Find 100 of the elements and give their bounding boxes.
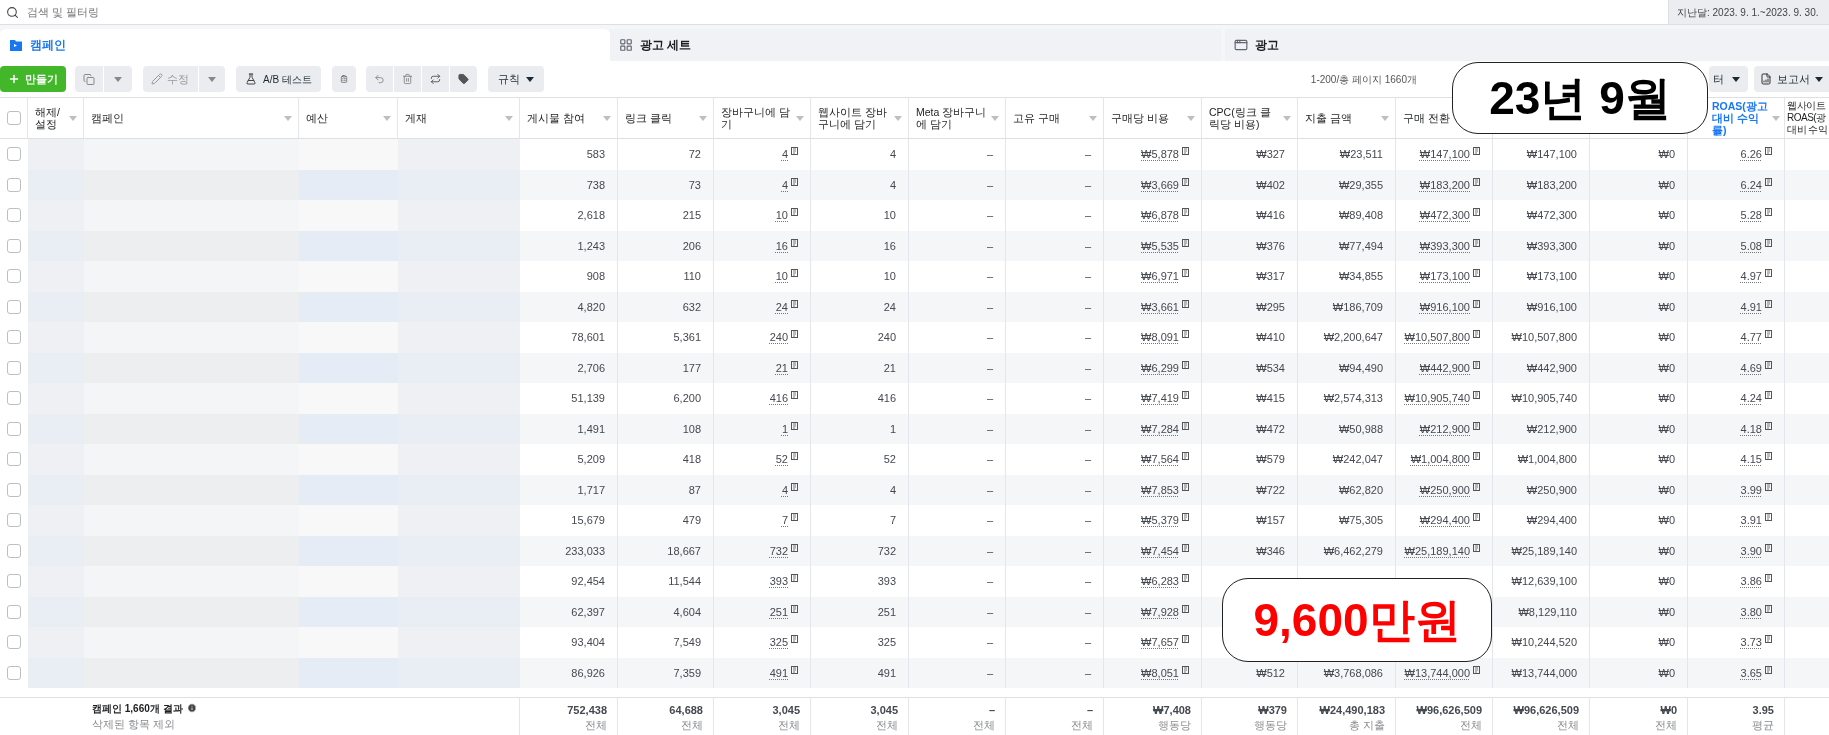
checkbox[interactable] [7,635,21,650]
clipboard-button[interactable] [331,66,356,92]
undo-button[interactable] [365,66,393,92]
checkbox[interactable] [7,269,21,284]
table-cell[interactable]: 4 [781,176,788,193]
table-cell[interactable]: ₩3,661 [1141,298,1179,315]
table-cell[interactable]: ₩10,905,740 [1404,390,1470,407]
column-header[interactable]: ROAS(광고 대비 수익률) [1712,100,1770,136]
table-cell[interactable]: 3.73 [1740,634,1762,651]
table-cell[interactable]: ₩7,454 [1141,542,1179,559]
table-cell[interactable]: ₩6,878 [1141,207,1179,224]
table-cell[interactable]: ₩7,928 [1141,603,1179,620]
column-header[interactable]: 캠페인 [91,112,124,124]
table-cell[interactable]: ₩7,284 [1141,420,1179,437]
checkbox[interactable] [7,177,21,192]
table-cell[interactable]: ₩5,379 [1141,512,1179,529]
table-cell[interactable]: 1 [781,420,788,437]
duplicate-button[interactable] [75,66,103,92]
table-cell[interactable]: 10 [775,207,788,224]
column-header[interactable]: 링크 클릭 [625,112,672,124]
table-cell[interactable]: ₩7,564 [1141,451,1179,468]
table-cell[interactable]: ₩472,300 [1419,207,1470,224]
column-header[interactable]: CPC(링크 클릭당 비용) [1209,106,1281,130]
checkbox[interactable] [7,543,21,558]
table-cell[interactable]: 240 [769,329,788,346]
table-cell[interactable]: ₩212,900 [1419,420,1470,437]
column-header[interactable]: 게시물 참여 [527,112,585,124]
tag-button[interactable] [449,66,477,92]
date-range-dropdown[interactable]: 지난달: 2023. 9. 1.~2023. 9. 30. [1669,0,1829,24]
table-cell[interactable]: 21 [775,359,788,376]
checkbox[interactable] [7,360,21,375]
table-cell[interactable]: 6.26 [1740,146,1762,163]
column-header[interactable]: 예산 [306,112,328,124]
checkbox[interactable] [7,665,21,680]
column-header[interactable]: 구매당 비용 [1111,112,1169,124]
table-cell[interactable]: 3.86 [1740,573,1762,590]
table-cell[interactable]: ₩147,100 [1419,146,1470,163]
checkbox[interactable] [7,391,21,406]
table-cell[interactable]: 6.24 [1740,176,1762,193]
table-cell[interactable]: ₩7,657 [1141,634,1179,651]
table-cell[interactable]: 732 [769,542,788,559]
report-button[interactable]: 보고서 [1754,66,1829,92]
table-cell[interactable]: 3.80 [1740,603,1762,620]
preview-button[interactable] [421,66,449,92]
table-cell[interactable]: 24 [775,298,788,315]
column-header[interactable]: 게재 [405,112,427,124]
table-cell[interactable]: 393 [769,573,788,590]
table-cell[interactable]: 3.99 [1740,481,1762,498]
checkbox[interactable] [7,238,21,253]
table-cell[interactable]: 4 [781,146,788,163]
checkbox[interactable] [7,574,21,589]
tab[interactable]: 캠페인 [0,29,610,61]
table-cell[interactable]: 4.77 [1740,329,1762,346]
table-cell[interactable]: 416 [769,390,788,407]
table-cell[interactable]: ₩183,200 [1419,176,1470,193]
table-cell[interactable]: 4.69 [1740,359,1762,376]
table-cell[interactable]: 491 [769,664,788,681]
ab-test-button[interactable]: A/B 테스트 [236,66,321,92]
table-cell[interactable]: 3.65 [1740,664,1762,681]
table-cell[interactable]: ₩8,051 [1141,664,1179,681]
table-cell[interactable]: 10 [775,268,788,285]
table-cell[interactable]: ₩916,100 [1419,298,1470,315]
table-cell[interactable]: ₩393,300 [1419,237,1470,254]
column-header[interactable]: 웹사이트 장바구니에 담기 [818,106,892,130]
table-cell[interactable]: ₩6,283 [1141,573,1179,590]
checkbox[interactable] [7,330,21,345]
column-header[interactable]: 웹사이트 ROAS(광 대비 수익 [1787,100,1829,136]
table-cell[interactable]: 3.91 [1740,512,1762,529]
table-cell[interactable]: ₩5,878 [1141,146,1179,163]
checkbox[interactable] [7,452,21,467]
table-cell[interactable]: ₩7,419 [1141,390,1179,407]
checkbox[interactable] [7,147,21,162]
column-header[interactable]: 해제/설정 [35,106,67,130]
checkbox[interactable] [7,208,21,223]
checkbox[interactable] [7,482,21,497]
table-cell[interactable]: ₩6,299 [1141,359,1179,376]
table-cell[interactable]: 4.97 [1740,268,1762,285]
table-cell[interactable]: 5.08 [1740,237,1762,254]
column-header[interactable]: 장바구니에 담기 [721,106,794,130]
rules-button[interactable]: 규칙 [487,66,544,92]
table-cell[interactable]: 52 [775,451,788,468]
checkbox[interactable] [7,513,21,528]
table-cell[interactable]: ₩5,535 [1141,237,1179,254]
table-cell[interactable]: ₩442,900 [1419,359,1470,376]
table-cell[interactable]: ₩6,971 [1141,268,1179,285]
table-cell[interactable]: ₩250,900 [1419,481,1470,498]
filter-button[interactable]: 터 [1709,66,1748,92]
checkbox[interactable] [6,111,21,125]
column-header[interactable]: Meta 장바구니에 담기 [916,106,989,130]
table-cell[interactable]: 251 [769,603,788,620]
column-header[interactable]: 구매 전환 [1403,112,1450,124]
column-header[interactable]: 고유 구매 [1013,112,1060,124]
table-cell[interactable]: ₩25,189,140 [1404,542,1470,559]
table-cell[interactable]: ₩13,744,000 [1404,664,1470,681]
table-cell[interactable]: ₩8,091 [1141,329,1179,346]
tab[interactable]: 광고 [1225,29,1829,61]
table-cell[interactable]: 4 [781,481,788,498]
table-cell[interactable]: ₩10,507,800 [1404,329,1470,346]
column-header[interactable]: 지출 금액 [1305,112,1352,124]
table-cell[interactable]: 5.28 [1740,207,1762,224]
